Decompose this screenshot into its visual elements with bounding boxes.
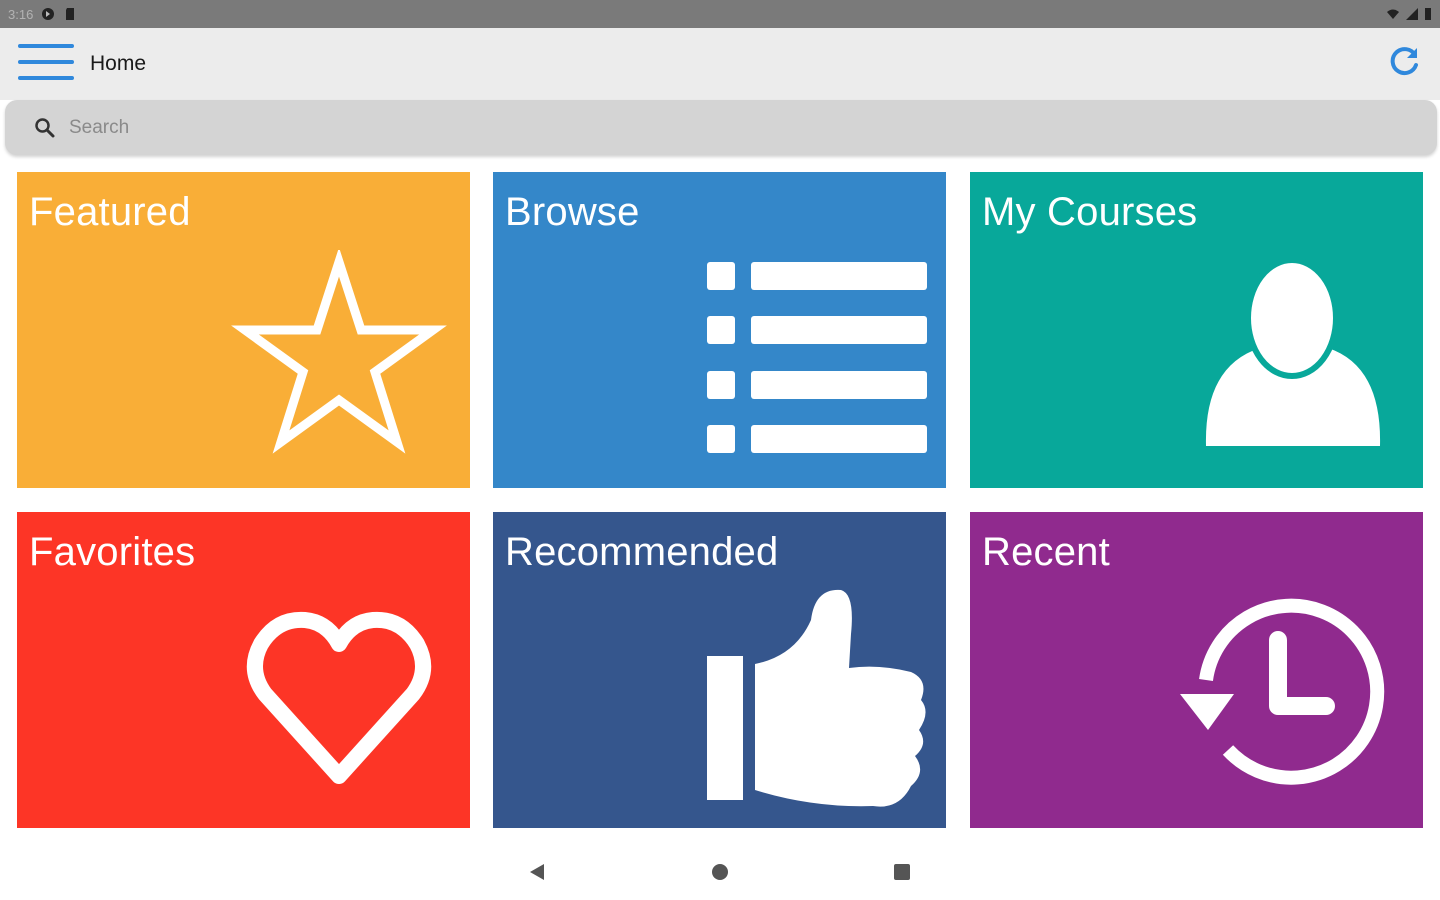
heart-outline-icon (247, 611, 431, 784)
tile-browse[interactable]: Browse (493, 172, 946, 488)
history-clock-icon (1180, 598, 1385, 785)
tile-label: Recent (982, 530, 1110, 574)
hamburger-menu-icon[interactable] (18, 44, 74, 84)
navigation-bar (0, 840, 1440, 900)
tile-label: Favorites (29, 530, 196, 574)
refresh-icon[interactable] (1386, 44, 1422, 80)
tile-my-courses[interactable]: My Courses (970, 172, 1423, 488)
list-icon (707, 262, 927, 453)
status-right (1386, 7, 1432, 21)
tile-recommended[interactable]: Recommended (493, 512, 946, 828)
tile-label: Browse (505, 190, 640, 234)
wifi-icon (1387, 9, 1399, 19)
page-title: Home (90, 52, 147, 75)
tile-label: Recommended (505, 530, 779, 574)
tile-label: Featured (29, 190, 191, 234)
tile-recent[interactable]: Recent (970, 512, 1423, 828)
status-time: 3:16 (8, 6, 34, 22)
search-bar (5, 100, 1437, 155)
search-icon (35, 118, 55, 138)
battery-icon (1425, 8, 1431, 20)
status-bar: 3:16 (0, 0, 1440, 28)
tile-favorites[interactable]: Favorites (17, 512, 470, 828)
app-bar: Home (0, 28, 1440, 100)
star-outline-icon (231, 250, 447, 454)
signal-icon (1406, 8, 1418, 20)
sd-card-icon (66, 8, 75, 20)
recents-icon[interactable] (890, 860, 914, 884)
search-input[interactable] (69, 108, 1409, 148)
home-icon[interactable] (708, 860, 732, 884)
status-left: 3:16 (8, 7, 77, 22)
user-icon (1205, 257, 1381, 446)
back-icon[interactable] (526, 860, 550, 884)
data-saver-icon (42, 8, 55, 20)
tile-featured[interactable]: Featured (17, 172, 470, 488)
thumbs-up-icon (707, 589, 926, 807)
tile-label: My Courses (982, 190, 1198, 234)
